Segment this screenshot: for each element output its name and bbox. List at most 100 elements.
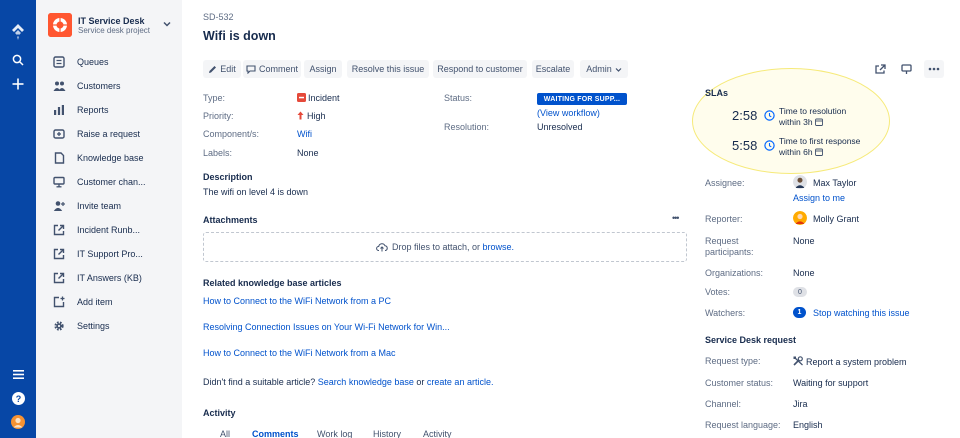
resolve-issue-button[interactable]: Resolve this issue <box>347 60 429 78</box>
sidebar-item-knowledge-base[interactable]: Knowledge base <box>52 149 178 167</box>
tab-all[interactable]: All <box>220 429 230 438</box>
customer-status-label: Customer status: <box>705 378 774 388</box>
escalate-button[interactable]: Escalate <box>532 60 574 78</box>
tab-comments[interactable]: Comments <box>252 429 299 438</box>
channel-value: Jira <box>793 399 808 409</box>
sidebar-item-customer-channels[interactable]: Customer chan... <box>52 173 178 191</box>
tab-work-log[interactable]: Work log <box>317 429 352 438</box>
share-icon[interactable] <box>870 60 890 78</box>
create-plus-icon[interactable] <box>9 75 27 93</box>
sidebar-item-add-item[interactable]: Add item <box>52 293 178 311</box>
description-heading: Description <box>203 172 253 182</box>
comment-button[interactable]: Comment <box>243 60 301 78</box>
votes-count-badge[interactable]: 0 <box>793 287 807 297</box>
project-type: Service desk project <box>78 26 151 35</box>
watchers-count-badge[interactable]: 1 <box>793 307 806 318</box>
profile-avatar[interactable] <box>9 413 27 431</box>
kb-not-found-text: Didn't find a suitable article? Search k… <box>203 377 494 387</box>
global-nav: ? <box>0 0 36 438</box>
assignee-value[interactable]: Max Taylor <box>813 178 856 188</box>
shortcut-link-icon <box>52 271 66 285</box>
edit-button[interactable]: Edit <box>203 60 241 78</box>
sidebar-item-invite-team[interactable]: Invite team <box>52 197 178 215</box>
sidebar-item-it-support[interactable]: IT Support Pro... <box>52 245 178 263</box>
help-icon[interactable]: ? <box>9 389 27 407</box>
kb-article-link[interactable]: Resolving Connection Issues on Your Wi-F… <box>203 322 450 332</box>
raise-request-icon <box>52 127 66 141</box>
assign-to-me-link[interactable]: Assign to me <box>793 193 845 203</box>
tab-history[interactable]: History <box>373 429 401 438</box>
project-header[interactable]: IT Service Desk Service desk project <box>48 13 176 43</box>
attachments-more-icon[interactable]: ••• <box>672 213 680 223</box>
components-label: Component/s: <box>203 129 260 139</box>
kb-article-link[interactable]: How to Connect to the WiFi Network from … <box>203 296 391 306</box>
description-text[interactable]: The wifi on level 4 is down <box>203 187 308 197</box>
stop-watching-link[interactable]: Stop watching this issue <box>813 308 910 318</box>
browse-link[interactable]: browse. <box>483 242 515 252</box>
type-value: Incident <box>297 93 340 103</box>
sidebar-item-customers[interactable]: Customers <box>52 77 178 95</box>
customer-channels-icon <box>52 175 66 189</box>
create-article-link[interactable]: create an article. <box>427 377 494 387</box>
status-badge[interactable]: WAITING FOR SUPP... <box>537 93 627 105</box>
request-language-value: English <box>793 420 823 430</box>
chevron-down-icon[interactable] <box>162 19 172 29</box>
activity-heading: Activity <box>203 408 236 418</box>
clock-icon <box>764 110 775 121</box>
admin-dropdown-button[interactable]: Admin <box>580 60 628 78</box>
incident-icon <box>297 93 306 102</box>
menu-hamburger-icon[interactable] <box>9 365 27 383</box>
reporter-avatar <box>793 211 807 225</box>
add-item-icon <box>52 295 66 309</box>
calendar-icon <box>814 148 823 156</box>
search-kb-link[interactable]: Search knowledge base <box>318 377 414 387</box>
more-actions-icon[interactable] <box>924 60 944 78</box>
tools-icon <box>793 356 803 366</box>
sidebar-item-reports[interactable]: Reports <box>52 101 178 119</box>
respond-to-customer-button[interactable]: Respond to customer <box>433 60 527 78</box>
sla-desc-first-response: Time to first response within 6h <box>779 136 861 157</box>
arrow-up-icon <box>297 111 304 120</box>
kb-article-link[interactable]: How to Connect to the WiFi Network from … <box>203 348 396 358</box>
svg-text:?: ? <box>15 393 21 403</box>
reports-icon <box>52 103 66 117</box>
components-value[interactable]: Wifi <box>297 129 312 139</box>
calendar-icon <box>814 118 823 126</box>
jira-logo-icon[interactable] <box>9 23 27 41</box>
search-icon[interactable] <box>9 51 27 69</box>
shortcut-link-icon <box>52 247 66 261</box>
attachment-dropzone[interactable]: Drop files to attach, or browse. <box>203 232 687 262</box>
project-avatar <box>48 13 72 37</box>
type-label: Type: <box>203 93 226 103</box>
channel-label: Channel: <box>705 399 742 409</box>
chevron-down-icon <box>615 67 622 72</box>
issue-key-breadcrumb[interactable]: SD-532 <box>203 12 234 22</box>
service-desk-heading: Service Desk request <box>705 335 797 345</box>
upload-cloud-icon <box>376 243 388 252</box>
watchers-label: Watchers: <box>705 308 746 318</box>
sidebar-item-settings[interactable]: Settings <box>52 317 178 335</box>
sla-heading: SLAs <box>705 88 729 98</box>
resolution-value: Unresolved <box>537 122 583 132</box>
sidebar-item-raise-request[interactable]: Raise a request <box>52 125 178 143</box>
tab-activity[interactable]: Activity <box>423 429 452 438</box>
view-workflow-link[interactable]: (View workflow) <box>537 108 600 118</box>
assignee-avatar <box>793 175 807 189</box>
project-name: IT Service Desk <box>78 16 145 26</box>
organizations-value: None <box>793 268 815 278</box>
customer-status-value: Waiting for support <box>793 378 869 388</box>
request-language-label: Request language: <box>705 420 781 430</box>
project-sidebar: IT Service Desk Service desk project Que… <box>36 0 182 438</box>
assign-button[interactable]: Assign <box>304 60 342 78</box>
request-type-value[interactable]: Report a system problem <box>793 356 907 367</box>
comment-icon <box>246 64 256 74</box>
feedback-icon[interactable] <box>896 60 916 78</box>
sidebar-item-it-answers[interactable]: IT Answers (KB) <box>52 269 178 287</box>
participants-value: None <box>793 236 815 246</box>
issue-view: SD-532 Wifi is down Edit Comment Assign … <box>182 0 960 438</box>
sla-time-first-response: 5:58 <box>732 138 758 153</box>
gear-icon <box>52 319 66 333</box>
sidebar-item-queues[interactable]: Queues <box>52 53 178 71</box>
sidebar-item-incident-runbook[interactable]: Incident Runb... <box>52 221 178 239</box>
reporter-value[interactable]: Molly Grant <box>813 214 859 224</box>
